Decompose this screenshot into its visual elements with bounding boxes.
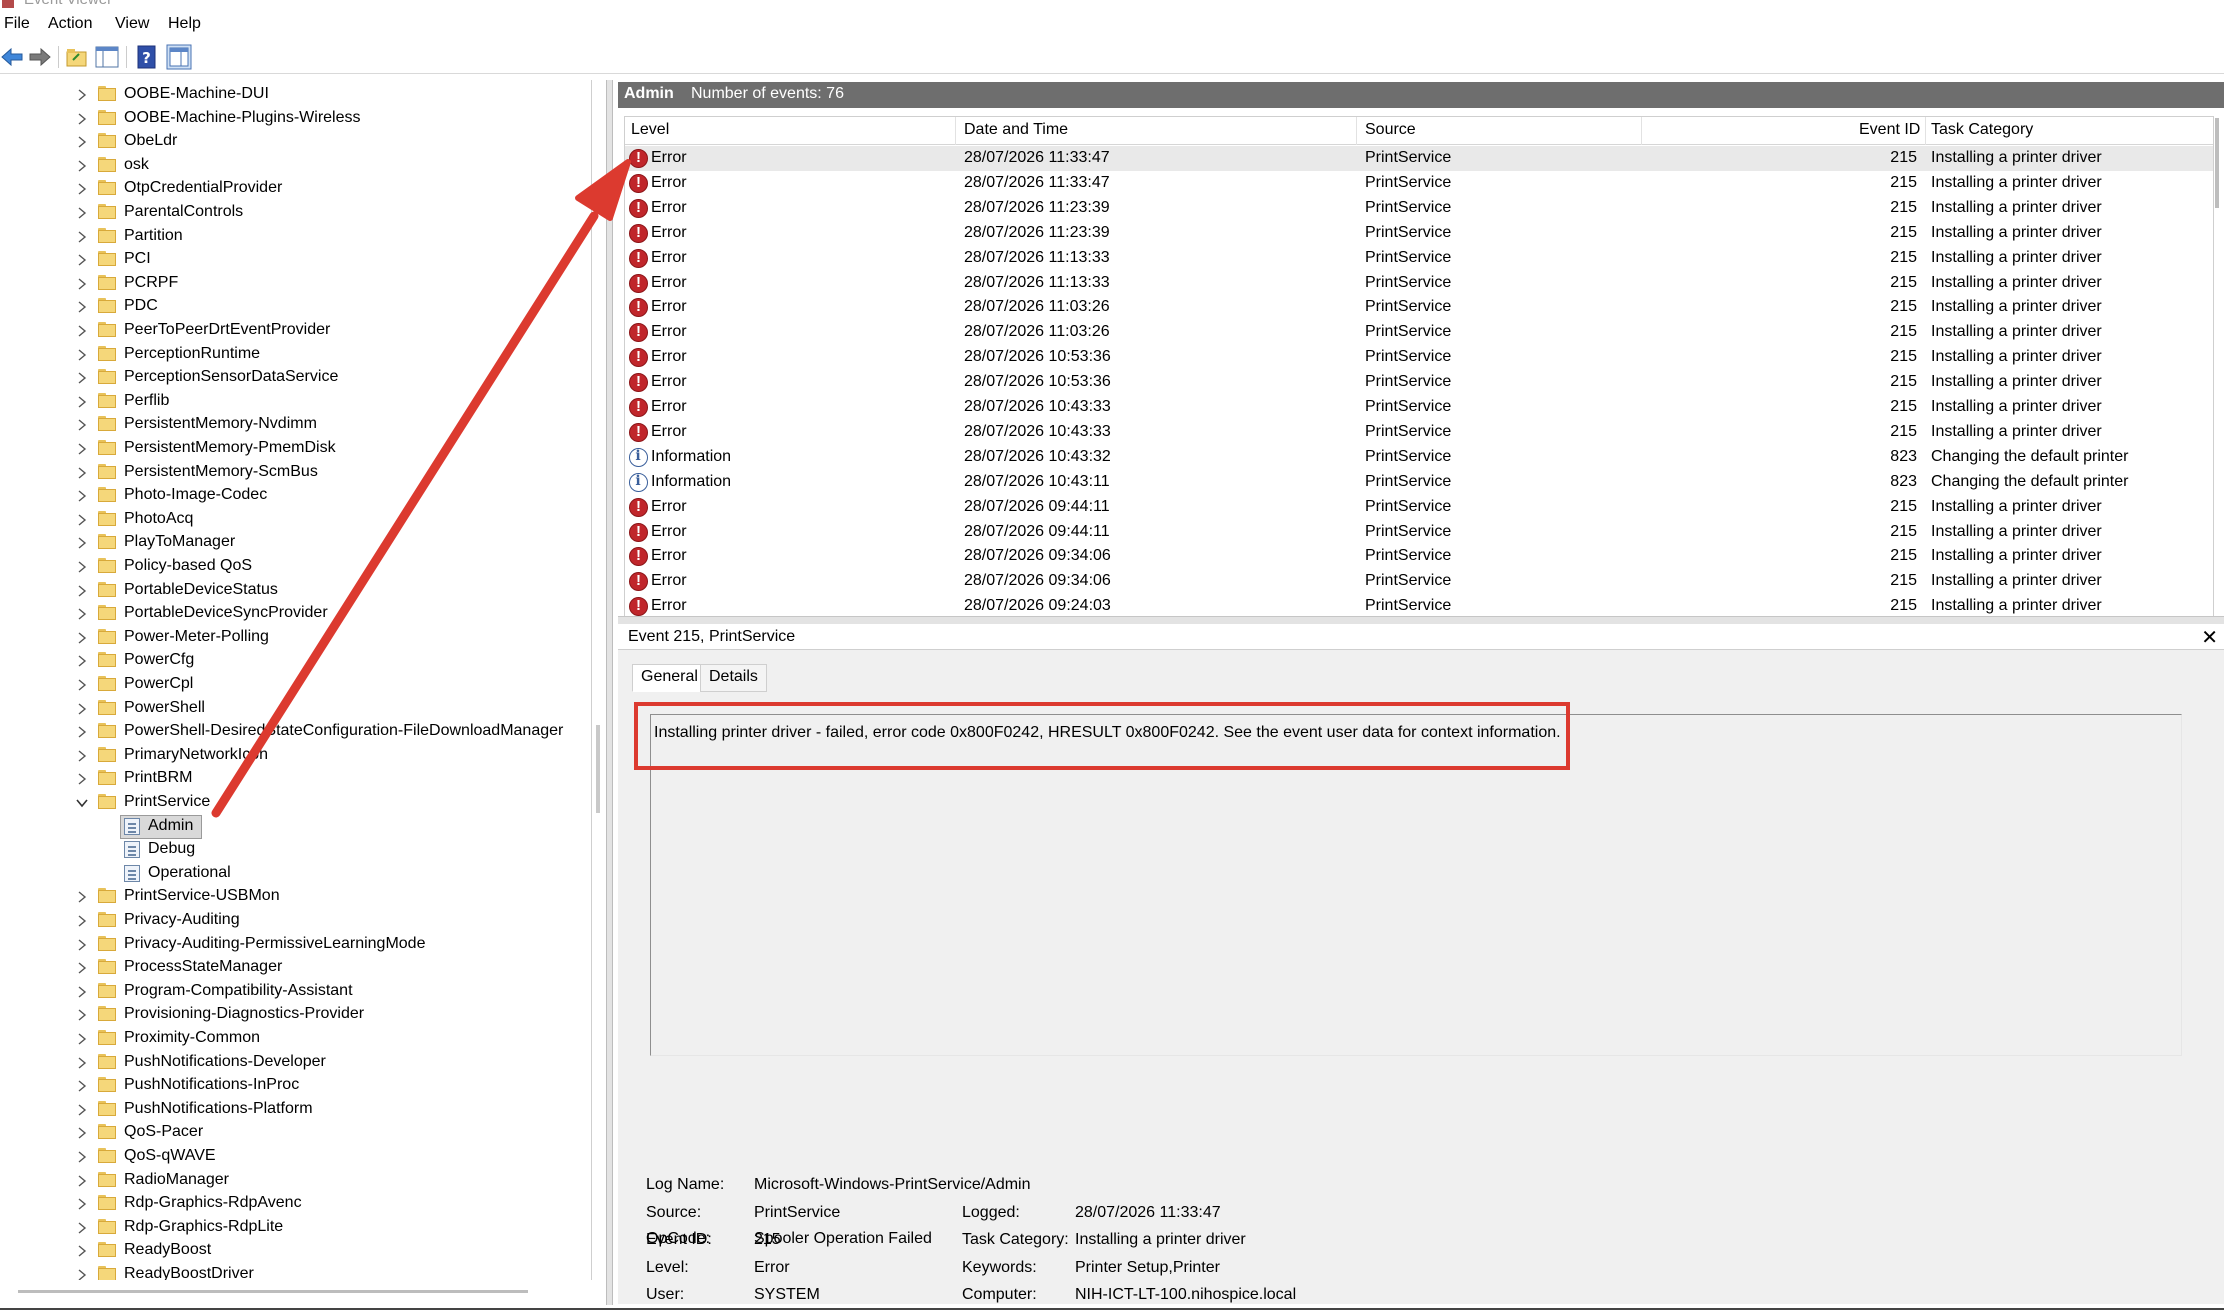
annotation-arrow-line	[211, 211, 599, 818]
annotation-overlay	[211, 159, 631, 818]
annotation-arrow-head-icon	[575, 159, 631, 221]
